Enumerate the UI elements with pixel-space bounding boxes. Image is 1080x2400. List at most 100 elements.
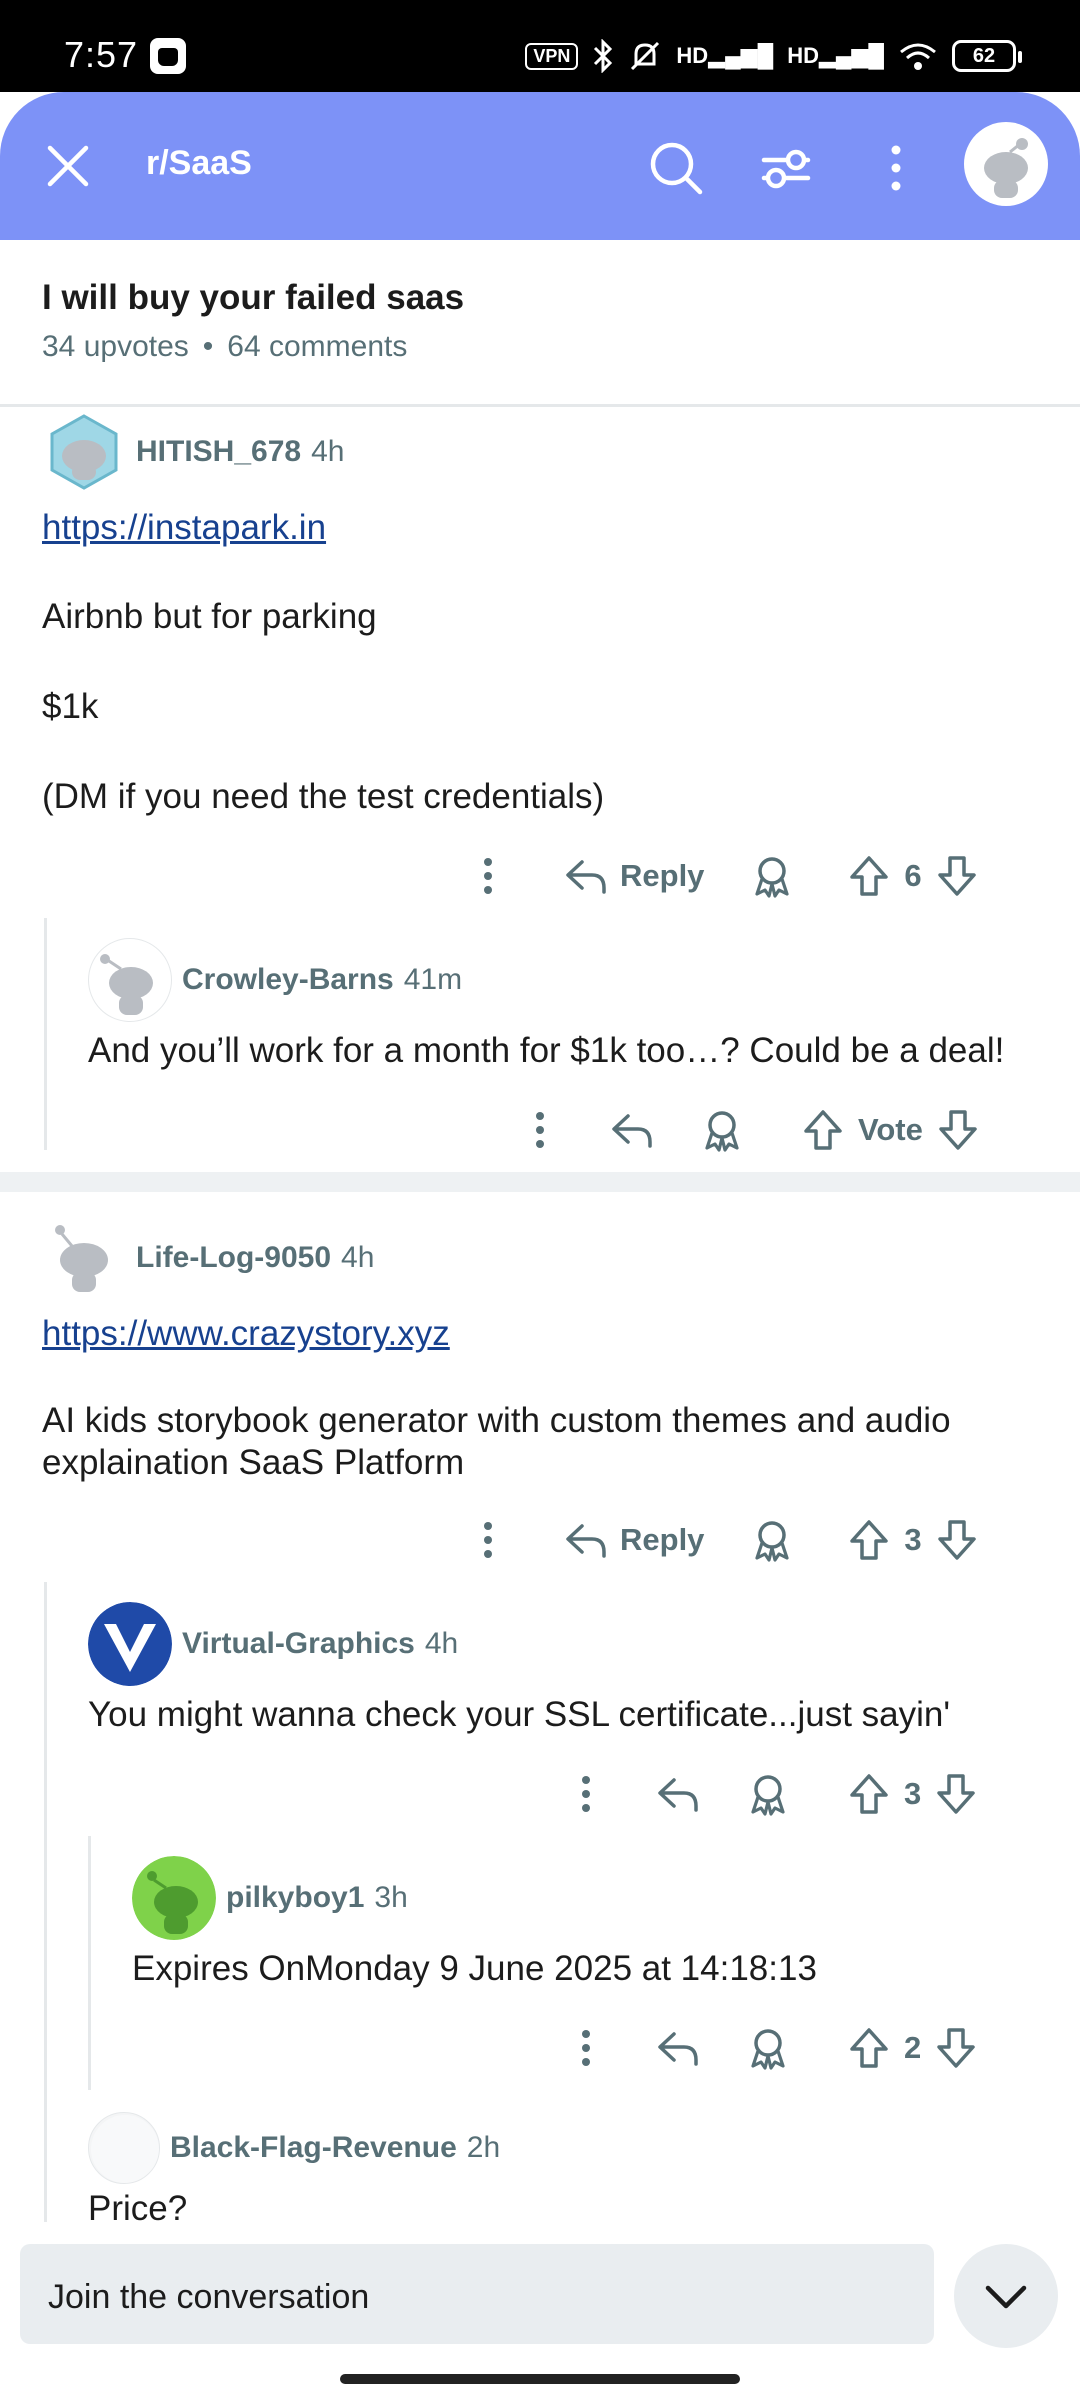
vote-label: Vote — [858, 1112, 923, 1147]
upvote-icon[interactable] — [848, 1772, 890, 1816]
comment-time: 3h — [374, 1881, 408, 1914]
comment-text: Price? — [88, 2189, 188, 2226]
comment-text: You might wanna check your SSL certifica… — [88, 1695, 951, 1734]
chevron-down-icon — [985, 2285, 1027, 2309]
status-icons: VPN HD▂▄▆█ HD▂▄▆█ 62 — [525, 38, 1022, 74]
award-button[interactable] — [752, 1518, 792, 1562]
comment-username[interactable]: Virtual-Graphics — [182, 1627, 415, 1661]
downvote-icon[interactable] — [936, 1518, 978, 1562]
downvote-icon[interactable] — [935, 1772, 977, 1816]
v-logo-avatar-icon — [88, 1602, 172, 1686]
comment-username[interactable]: Black-Flag-Revenue — [170, 2131, 457, 2165]
award-button[interactable] — [702, 1108, 742, 1152]
comment: HITISH_678 4h https://instapark.in Airbn… — [42, 410, 1042, 818]
close-button[interactable] — [40, 138, 96, 194]
more-options-button[interactable] — [520, 1110, 560, 1150]
thread-line — [44, 918, 47, 1150]
comment-text: Airbnb but for parking — [42, 597, 377, 636]
comment-actions: Reply 6 — [468, 846, 978, 906]
bluetooth-icon — [594, 39, 613, 73]
divider — [0, 404, 1080, 407]
commenter-avatar[interactable] — [42, 410, 126, 494]
thread-line — [88, 1836, 91, 2090]
snoo-avatar-icon — [984, 138, 1028, 198]
more-vertical-icon — [484, 858, 492, 894]
award-button[interactable] — [752, 854, 792, 898]
comment-actions: 2 — [566, 2018, 977, 2078]
reply-button[interactable] — [656, 1774, 700, 1814]
app-notification-icon — [150, 38, 186, 74]
award-button[interactable] — [748, 1772, 788, 1816]
comment-actions: Reply 3 — [468, 1510, 978, 1570]
more-vertical-icon — [582, 1776, 590, 1812]
comment-username[interactable]: Crowley-Barns — [182, 963, 394, 997]
comment-link[interactable]: https://instapark.in — [42, 508, 326, 547]
upvote-icon[interactable] — [848, 854, 890, 898]
reply-icon — [658, 1778, 698, 1812]
status-time: 7:57 — [64, 34, 139, 75]
downvote-icon[interactable] — [937, 1108, 979, 1152]
vote-controls: 3 — [848, 1772, 977, 1816]
comment-time: 4h — [311, 435, 345, 468]
award-icon — [705, 1111, 739, 1152]
comment-username[interactable]: pilkyboy1 — [226, 1881, 364, 1915]
more-vertical-icon — [484, 1522, 492, 1558]
more-options-button[interactable] — [468, 856, 508, 896]
reply-label: Reply — [620, 858, 705, 893]
more-options-button[interactable] — [566, 1774, 606, 1814]
sort-filter-button[interactable] — [756, 138, 816, 198]
snoo-hex-avatar-icon — [50, 414, 118, 490]
vpn-icon: VPN — [525, 42, 579, 70]
award-icon — [751, 1775, 785, 1816]
commenter-avatar[interactable] — [88, 938, 172, 1022]
vote-controls: 6 — [848, 854, 977, 898]
upvote-icon[interactable] — [848, 2026, 890, 2070]
vote-count: 3 — [904, 1776, 922, 1811]
post-meta: 34 upvotes • 64 comments — [42, 330, 407, 364]
reply-button[interactable] — [610, 1110, 654, 1150]
more-options-button[interactable] — [468, 1520, 508, 1560]
green-snoo-avatar-icon — [132, 1856, 216, 1940]
comment-link[interactable]: https://www.crazystory.xyz — [42, 1314, 450, 1353]
user-avatar-button[interactable] — [964, 122, 1048, 206]
upvote-icon[interactable] — [848, 1518, 890, 1562]
join-conversation-input[interactable]: Join the conversation — [20, 2244, 934, 2344]
commenter-avatar[interactable] — [132, 1856, 216, 1940]
reply-button[interactable]: Reply — [564, 1520, 704, 1560]
comment: Virtual-Graphics 4h You might wanna chec… — [88, 1602, 1068, 1736]
downvote-icon[interactable] — [936, 854, 978, 898]
comment-username[interactable]: HITISH_678 — [136, 435, 301, 469]
comment: Black-Flag-Revenue 2h Price? — [88, 2112, 1068, 2226]
award-icon — [751, 2029, 785, 2070]
comment-username[interactable]: Life-Log-9050 — [136, 1241, 331, 1275]
upvote-icon[interactable] — [802, 1108, 844, 1152]
reply-label: Reply — [620, 1522, 705, 1557]
search-button[interactable] — [646, 138, 706, 198]
snoo-avatar-icon — [55, 1225, 108, 1292]
downvote-icon[interactable] — [935, 2026, 977, 2070]
home-indicator[interactable] — [340, 2374, 740, 2384]
comment-separator — [0, 1172, 1080, 1192]
reply-icon — [612, 1114, 652, 1148]
comment-actions: 3 — [566, 1764, 977, 1824]
commenter-avatar[interactable] — [88, 1602, 172, 1686]
subreddit-header: r/SaaS — [0, 92, 1080, 240]
post-title[interactable]: I will buy your failed saas — [42, 278, 464, 318]
comment: Life-Log-9050 4h https://www.crazystory.… — [42, 1216, 1042, 1484]
collapse-comments-button[interactable] — [954, 2244, 1058, 2348]
comment-time: 2h — [466, 2131, 501, 2164]
award-button[interactable] — [748, 2026, 788, 2070]
more-options-button[interactable] — [866, 138, 926, 198]
commenter-avatar[interactable] — [42, 1216, 126, 1300]
battery-icon: 62 — [952, 40, 1022, 72]
reply-button[interactable]: Reply — [564, 856, 704, 896]
subreddit-title[interactable]: r/SaaS — [146, 144, 252, 183]
reply-button[interactable] — [656, 2028, 700, 2068]
comment-text: (DM if you need the test credentials) — [42, 777, 605, 816]
snoo-avatar-icon — [100, 954, 153, 1015]
comment: Crowley-Barns 41m And you’ll work for a … — [88, 938, 1068, 1072]
award-icon — [755, 1521, 790, 1562]
commenter-avatar[interactable] — [88, 2112, 160, 2184]
more-options-button[interactable] — [566, 2028, 606, 2068]
comment: pilkyboy1 3h Expires OnMonday 9 June 202… — [132, 1856, 1062, 1990]
